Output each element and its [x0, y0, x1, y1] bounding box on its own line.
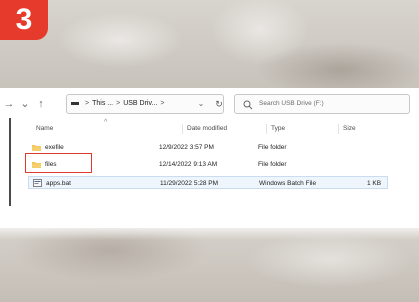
file-type: File folder	[258, 144, 287, 151]
folder-icon	[32, 162, 41, 168]
column-header-size[interactable]: Size	[343, 122, 356, 136]
sort-caret-icon: ^	[104, 119, 108, 126]
breadcrumb-usb-drive[interactable]: USB Driv...	[123, 100, 157, 107]
scrollbar[interactable]	[9, 118, 11, 206]
column-divider[interactable]	[338, 124, 339, 134]
column-header-type[interactable]: Type	[271, 122, 285, 136]
step-badge: 3	[0, 0, 48, 40]
navigation-bar: → ⌄ ↑ > This ... > USB Driv... > ⌄ ↻ Search …	[0, 94, 419, 114]
breadcrumb-separator: >	[160, 100, 165, 107]
folder-icon	[32, 145, 41, 151]
file-type: Windows Batch File	[259, 180, 317, 187]
chevron-down-icon[interactable]: ⌄	[18, 96, 32, 112]
drive-icon	[71, 101, 79, 105]
file-row-apps-bat[interactable]: apps.bat 11/29/2022 5:28 PM Windows Batc…	[28, 176, 388, 189]
column-divider[interactable]	[266, 124, 267, 134]
file-name: files	[45, 161, 57, 168]
search-icon	[243, 100, 253, 110]
column-header-name[interactable]: Name	[36, 122, 53, 136]
breadcrumb-separator: >	[85, 100, 90, 107]
file-type: File folder	[258, 161, 287, 168]
batch-file-icon	[33, 179, 42, 187]
file-explorer-window: → ⌄ ↑ > This ... > USB Driv... > ⌄ ↻ Search …	[0, 88, 419, 228]
file-date: 12/9/2022 3:57 PM	[159, 144, 214, 151]
breadcrumb-this-pc[interactable]: This ...	[92, 100, 113, 107]
file-size: 1 KB	[367, 180, 382, 187]
search-placeholder: Search USB Drive (F:)	[259, 100, 324, 107]
back-arrow-icon[interactable]: →	[2, 96, 16, 112]
file-row-exefile[interactable]: exefile 12/9/2022 3:57 PM File folder	[28, 141, 388, 154]
file-name: exefile	[45, 144, 64, 151]
file-date: 11/29/2022 5:28 PM	[160, 180, 219, 187]
column-header-date-modified[interactable]: Date modified	[187, 122, 227, 136]
file-name: apps.bat	[46, 180, 71, 187]
breadcrumb-separator: >	[116, 100, 121, 107]
panel-shadow	[0, 228, 419, 240]
arrow-up-icon[interactable]: ↑	[34, 96, 48, 112]
column-divider[interactable]	[182, 124, 183, 134]
file-row-files[interactable]: files 12/14/2022 9:13 AM File folder	[28, 158, 388, 171]
file-date: 12/14/2022 9:13 AM	[159, 161, 218, 168]
refresh-icon[interactable]: ↻	[212, 94, 226, 114]
search-input[interactable]: Search USB Drive (F:)	[234, 94, 410, 114]
address-dropdown-icon[interactable]: ⌄	[194, 94, 208, 114]
column-headers: Name ^ Date modified Type Size	[0, 119, 419, 136]
